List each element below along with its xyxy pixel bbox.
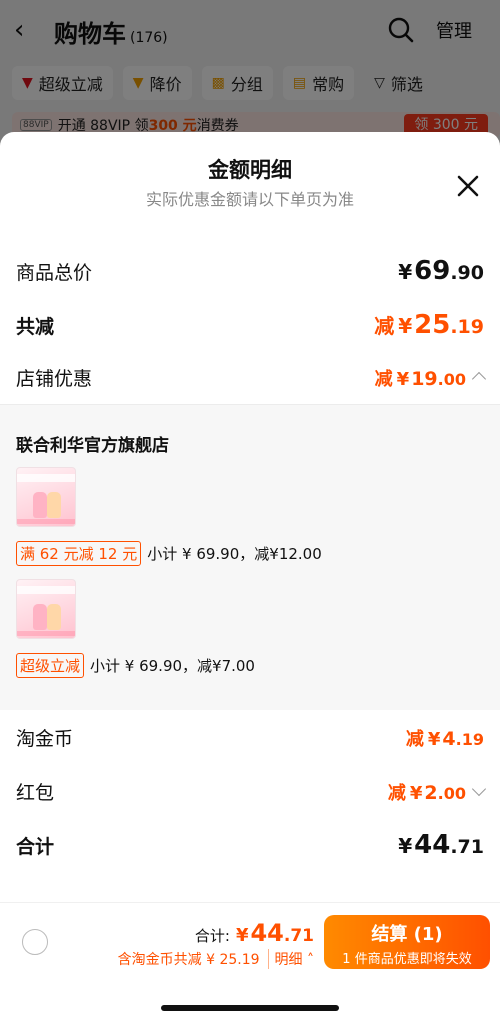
chevron-up-icon: ˄ [307, 952, 314, 968]
total-discount-row: 共减 减 ¥25.19 [16, 310, 484, 340]
close-icon[interactable] [454, 172, 482, 200]
coins-row: 淘金币 减 ¥4.19 [16, 724, 484, 751]
store-discount-row[interactable]: 店铺优惠 减 ¥19.00 [16, 364, 487, 391]
promo-tag: 满 62 元减 12 元 [16, 541, 142, 566]
store-discount-amount: 减 ¥19.00 [375, 365, 487, 391]
coins-amount: 减 ¥4.19 [405, 728, 484, 750]
total-discount-amount: 减 ¥25.19 [374, 310, 484, 340]
sum-amount: ¥44.71 [398, 830, 484, 860]
total-price: ¥44.71 [235, 919, 314, 947]
sheet-title: 金额明细 [208, 158, 292, 182]
chevron-down-icon[interactable] [471, 781, 487, 797]
total-goods-amount: ¥69.90 [398, 256, 484, 286]
store-name: 联合利华官方旗舰店 [16, 436, 169, 456]
product-thumbnail[interactable] [16, 579, 76, 639]
savings-line: 含淘金币共减 ¥ 25.19 明细 ˄ [118, 949, 314, 969]
total-line: 合计: ¥44.71 [194, 919, 314, 947]
home-indicator[interactable] [161, 1005, 339, 1011]
amount-detail-sheet: 金额明细 实际优惠金额请以下单页为准 商品总价 ¥69.90 共减 减 ¥25.1… [0, 132, 500, 1022]
red-packet-row[interactable]: 红包 减 ¥2.00 [16, 778, 487, 805]
promo-line: 超级立减 小计 ¥ 69.90，减¥7.00 [16, 653, 255, 678]
checkout-bar: 合计: ¥44.71 含淘金币共减 ¥ 25.19 明细 ˄ 结算 (1) 1 … [0, 902, 500, 982]
checkout-button[interactable]: 结算 (1) 1 件商品优惠即将失效 [324, 915, 490, 969]
promo-line: 满 62 元减 12 元 小计 ¥ 69.90，减¥12.00 [16, 541, 322, 566]
total-goods-row: 商品总价 ¥69.90 [16, 256, 484, 286]
detail-toggle[interactable]: 明细 ˄ [267, 949, 314, 969]
product-thumbnail[interactable] [16, 467, 76, 527]
chevron-up-icon[interactable] [471, 371, 487, 387]
sum-row: 合计 ¥44.71 [16, 830, 484, 860]
promo-tag: 超级立减 [16, 653, 85, 678]
red-packet-amount: 减 ¥2.00 [388, 779, 487, 805]
store-discount-panel: 联合利华官方旗舰店 满 62 元减 12 元 小计 ¥ 69.90，减¥12.0… [0, 404, 500, 710]
sheet-subtitle: 实际优惠金额请以下单页为准 [145, 190, 354, 209]
select-all-checkbox[interactable] [22, 929, 48, 955]
